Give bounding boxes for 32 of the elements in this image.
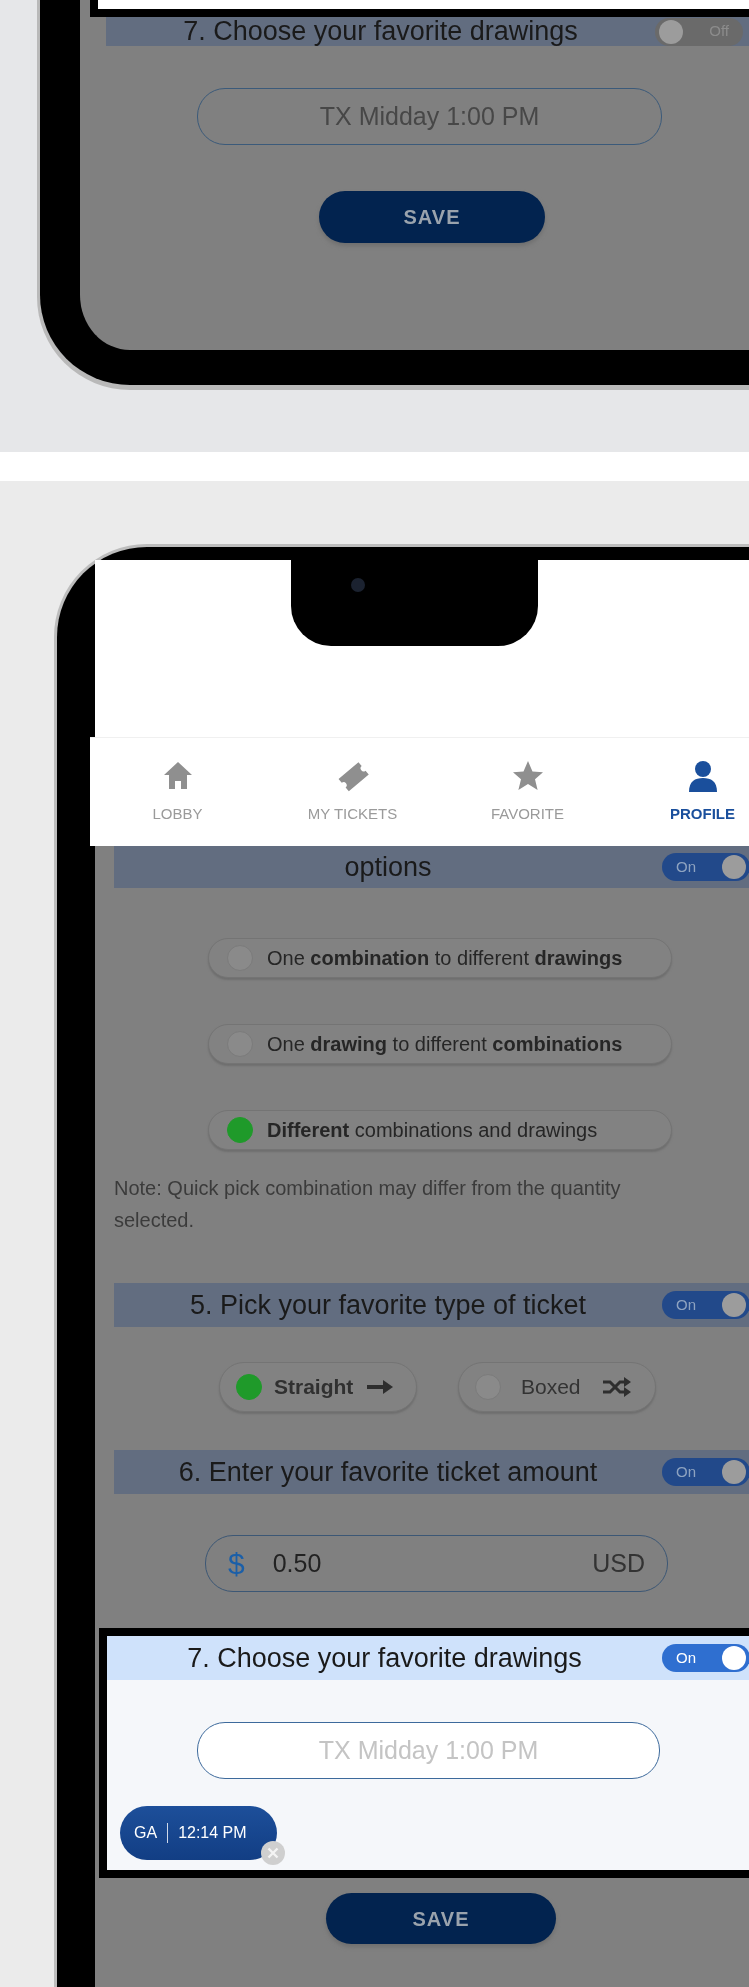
- toggle-switch[interactable]: On: [662, 1458, 749, 1486]
- save-button[interactable]: SAVE: [326, 1893, 556, 1944]
- option-pill[interactable]: One drawing to different combinations: [208, 1024, 672, 1064]
- section-title: 7. Choose your favorite drawings: [186, 1641, 583, 1675]
- amount-field[interactable]: $ 0.50 USD: [205, 1535, 668, 1592]
- note-text: Note: Quick pick combination may differ from the quantity selected.: [114, 1176, 622, 1233]
- nav-tab[interactable]: PROFILE: [615, 738, 749, 846]
- drawing-field[interactable]: TX Midday 1:00 PM: [197, 1722, 660, 1779]
- section-title: 6. Enter your favorite ticket amount: [177, 1455, 599, 1489]
- nav-tab[interactable]: LOBBY: [90, 738, 265, 846]
- shuffle-icon: [600, 1375, 631, 1399]
- drawing-field[interactable]: TX Midday 1:00 PM: [197, 88, 662, 145]
- save-button[interactable]: SAVE: [319, 191, 545, 243]
- currency-symbol: $: [228, 1546, 245, 1582]
- section-title: options: [343, 850, 433, 884]
- chip-state: GA: [134, 1823, 158, 1843]
- ticket-type-pill[interactable]: Boxed: [458, 1362, 656, 1412]
- toggle-switch[interactable]: On: [662, 1644, 749, 1672]
- option-pill[interactable]: Different combinations and drawings: [208, 1110, 672, 1150]
- drawing-chip[interactable]: GA 12:14 PM: [120, 1806, 277, 1860]
- option-pill[interactable]: One combination to different drawings: [208, 938, 672, 978]
- nav-tab[interactable]: MY TICKETS: [265, 738, 440, 846]
- ticket-type-pill[interactable]: Straight: [219, 1362, 417, 1412]
- section-title: 7. Choose your favorite drawings: [182, 15, 579, 49]
- toggle-switch[interactable]: On: [662, 1291, 749, 1319]
- close-icon[interactable]: [260, 1840, 286, 1866]
- amount-value: 0.50: [272, 1547, 323, 1579]
- nav-tab[interactable]: FAVORITE: [440, 738, 615, 846]
- toggle-switch[interactable]: On: [662, 853, 749, 881]
- chip-time: 12:14 PM: [178, 1823, 247, 1843]
- section-title: 5. Pick your favorite type of ticket: [188, 1288, 588, 1322]
- currency-unit: USD: [592, 1547, 645, 1579]
